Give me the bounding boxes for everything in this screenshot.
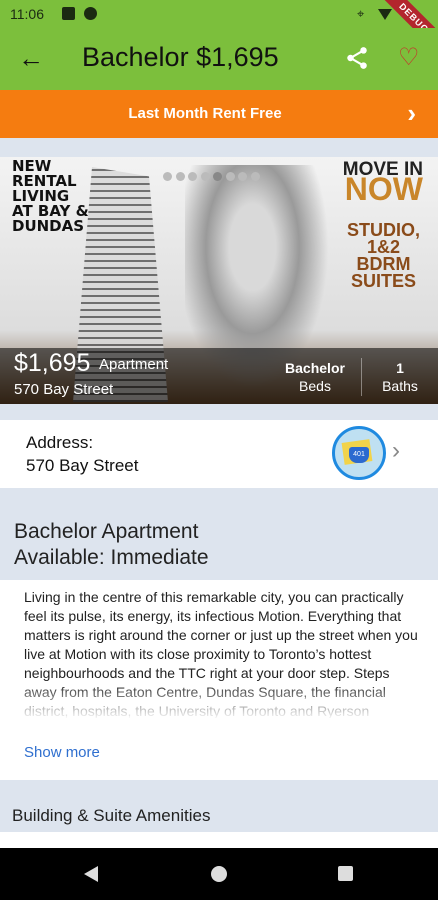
carousel-dot[interactable] bbox=[250, 172, 260, 181]
carousel-dot[interactable] bbox=[188, 172, 197, 181]
carousel-dot[interactable] bbox=[175, 172, 185, 181]
listing-street: 570 Bay Street bbox=[14, 381, 114, 398]
hero-headline-now: NOW bbox=[344, 171, 423, 207]
promo-text: Last Month Rent Free bbox=[128, 105, 282, 122]
description-card: Living in the centre of this remarkable … bbox=[0, 580, 438, 780]
address-value: 570 Bay Street bbox=[26, 456, 139, 475]
hero-image-carousel[interactable]: NEW RENTAL LIVING AT BAY & DUNDAS MOVE I… bbox=[0, 157, 438, 404]
stat-divider bbox=[361, 358, 362, 396]
availability-section: Bachelor Apartment Available: Immediate bbox=[0, 508, 438, 580]
favorite-heart-icon[interactable]: ♡ bbox=[398, 44, 420, 72]
nav-home-icon[interactable] bbox=[211, 866, 227, 882]
system-nav-bar bbox=[0, 848, 438, 900]
carousel-dot[interactable] bbox=[225, 172, 235, 181]
chevron-right-icon: › bbox=[392, 437, 400, 464]
listing-type: Apartment bbox=[99, 356, 169, 373]
carousel-dot[interactable] bbox=[163, 172, 172, 181]
status-time: 11:06 bbox=[10, 6, 44, 22]
hero-headline-left: NEW RENTAL LIVING AT BAY & DUNDAS bbox=[12, 157, 89, 235]
address-label: Address: bbox=[26, 433, 94, 452]
show-more-link[interactable]: Show more bbox=[24, 744, 100, 761]
beds-stat: Bachelor Beds bbox=[282, 360, 348, 394]
availability-title: Bachelor Apartment bbox=[14, 520, 199, 543]
status-bar: 11:06 ⌖ DEBUG bbox=[0, 0, 438, 60]
screen: 11:06 ⌖ DEBUG ← Bachelor $1,695 ♡ Last M… bbox=[0, 0, 438, 900]
app-notification-icon bbox=[84, 7, 97, 20]
hero-info-overlay: $1,695 Apartment 570 Bay Street Bachelor… bbox=[0, 348, 438, 404]
amenities-header: Building & Suite Amenities bbox=[0, 795, 438, 835]
back-arrow-icon[interactable]: ← bbox=[18, 44, 46, 72]
availability-date: Available: Immediate bbox=[14, 546, 209, 569]
address-row[interactable]: Address: 570 Bay Street 401 › bbox=[0, 420, 438, 488]
hero-headline-suites: STUDIO, 1&2 BDRM SUITES bbox=[346, 220, 420, 291]
nav-recents-icon[interactable] bbox=[338, 866, 353, 881]
amenities-title: Building & Suite Amenities bbox=[12, 806, 211, 825]
app-bar: ← Bachelor $1,695 ♡ bbox=[0, 28, 438, 90]
baths-stat: 1 Baths bbox=[374, 360, 426, 394]
description-fade bbox=[0, 682, 438, 720]
listing-price: $1,695 bbox=[14, 349, 91, 377]
carousel-indicator[interactable] bbox=[163, 168, 293, 181]
notification-icon bbox=[62, 7, 75, 20]
location-icon: ⌖ bbox=[357, 6, 365, 21]
highway-shield-icon: 401 bbox=[349, 447, 369, 463]
carousel-dot[interactable] bbox=[238, 172, 247, 181]
chevron-right-icon: › bbox=[407, 98, 416, 128]
promo-banner[interactable]: Last Month Rent Free › bbox=[0, 90, 438, 138]
carousel-dot[interactable] bbox=[213, 172, 222, 181]
carousel-dot[interactable] bbox=[200, 172, 210, 181]
nav-back-icon[interactable] bbox=[84, 866, 98, 882]
beds-label: Beds bbox=[299, 378, 331, 394]
page-title: Bachelor $1,695 bbox=[82, 42, 279, 72]
map-icon[interactable]: 401 bbox=[332, 426, 386, 480]
share-icon[interactable] bbox=[344, 45, 370, 71]
wifi-icon bbox=[378, 9, 392, 20]
baths-label: Baths bbox=[382, 378, 418, 394]
baths-value: 1 bbox=[396, 360, 404, 376]
beds-value: Bachelor bbox=[285, 360, 345, 376]
